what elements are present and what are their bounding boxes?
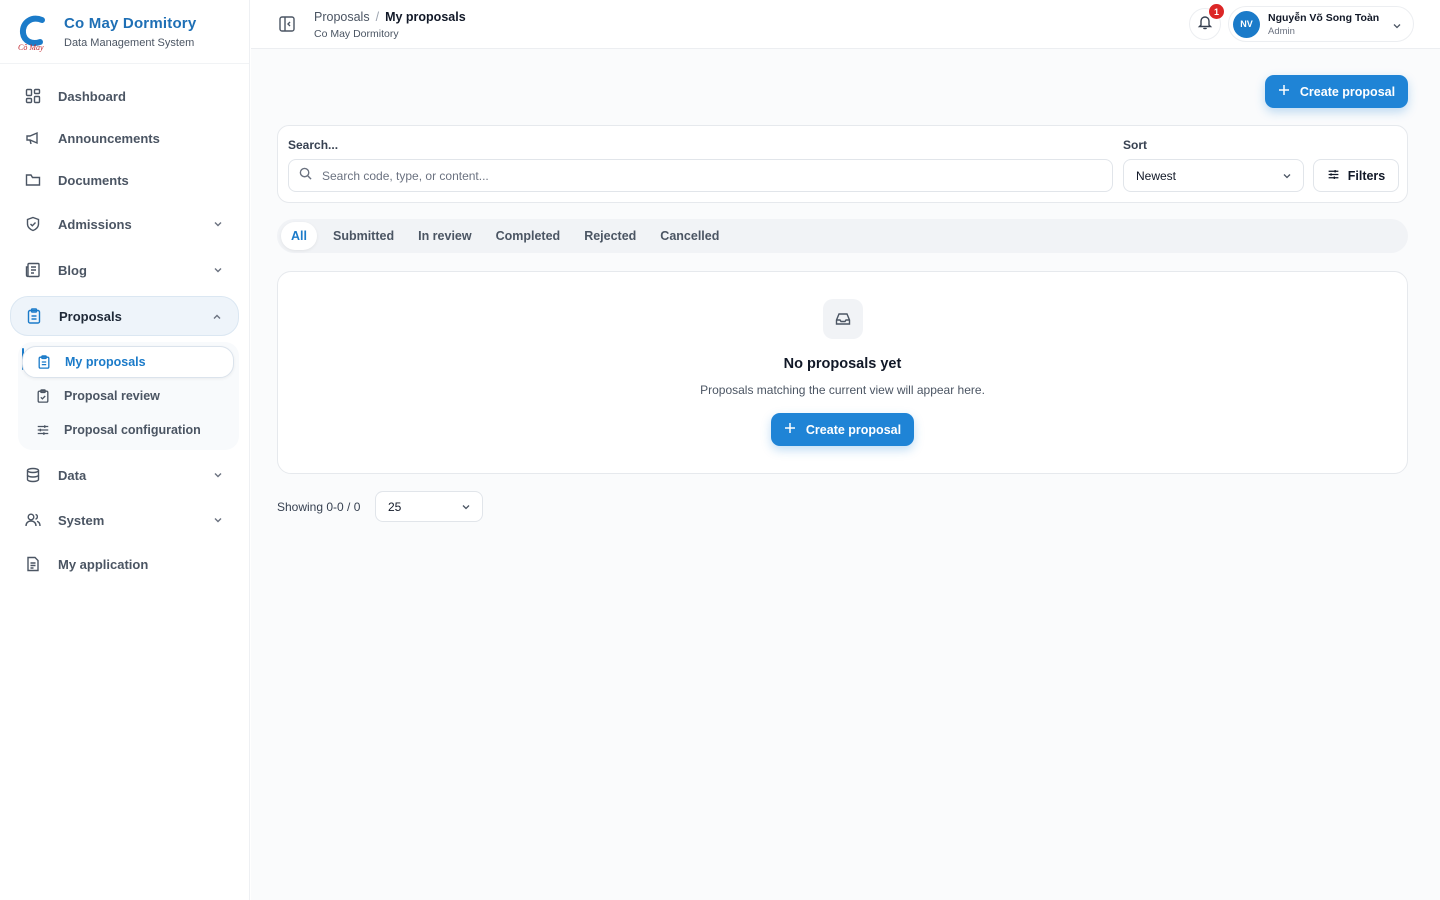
- chevron-down-icon: [211, 217, 225, 231]
- tab-rejected[interactable]: Rejected: [572, 222, 648, 250]
- sidebar-item-label: Blog: [58, 262, 87, 278]
- chevron-up-icon: [210, 310, 224, 324]
- sort-label: Sort: [1123, 138, 1147, 152]
- proposals-submenu: My proposals Proposal review Proposal co…: [18, 342, 239, 450]
- inbox-icon: [823, 299, 863, 339]
- search-field[interactable]: [288, 159, 1113, 192]
- plus-icon: [784, 422, 796, 437]
- sidebar-item-my-application[interactable]: My application: [10, 544, 239, 584]
- search-panel: Search... Sort Newest Filters: [277, 125, 1408, 203]
- svg-text:Cô May: Cô May: [18, 43, 44, 52]
- breadcrumb-subtitle: Co May Dormitory: [314, 28, 399, 40]
- shield-icon: [24, 215, 42, 233]
- folder-icon: [24, 171, 42, 189]
- sort-value: Newest: [1136, 168, 1177, 183]
- page-size-select[interactable]: 25: [375, 491, 483, 522]
- submenu-item-proposal-configuration[interactable]: Proposal configuration: [22, 414, 234, 446]
- database-icon: [24, 466, 42, 484]
- sidebar-toggle-button[interactable]: [278, 15, 296, 33]
- notification-count-badge: 1: [1209, 4, 1224, 19]
- sidebar-item-blog[interactable]: Blog: [10, 250, 239, 290]
- submenu-item-proposal-review[interactable]: Proposal review: [22, 380, 234, 412]
- sidebar-item-label: Data: [58, 467, 87, 483]
- breadcrumb-current: My proposals: [385, 10, 466, 24]
- main-content: Proposals / My proposals Co May Dormitory …: [251, 0, 1440, 900]
- search-label: Search...: [288, 138, 339, 152]
- breadcrumb: Proposals / My proposals Co May Dormitory: [314, 10, 466, 40]
- empty-create-proposal-button[interactable]: Create proposal: [771, 413, 914, 446]
- filters-label: Filters: [1347, 168, 1386, 183]
- newspaper-icon: [24, 261, 42, 279]
- chevron-down-icon: [1281, 170, 1293, 182]
- sidebar-item-admissions[interactable]: Admissions: [10, 204, 239, 244]
- chevron-down-icon: [460, 501, 472, 513]
- sidebar-item-label: My application: [58, 556, 149, 572]
- page-size-value: 25: [388, 499, 402, 514]
- chevron-down-icon: [1391, 19, 1403, 31]
- sidebar-item-data[interactable]: Data: [10, 455, 239, 495]
- sidebar-item-label: Proposals: [59, 308, 122, 324]
- create-proposal-button[interactable]: Create proposal: [1265, 75, 1408, 108]
- tab-submitted[interactable]: Submitted: [321, 222, 406, 250]
- search-icon: [299, 167, 312, 185]
- status-tabs: All Submitted In review Completed Reject…: [277, 219, 1408, 253]
- empty-description: Proposals matching the current view will…: [700, 383, 985, 397]
- create-proposal-label: Create proposal: [1299, 84, 1396, 99]
- avatar: NV: [1233, 10, 1260, 38]
- breadcrumb-separator: /: [375, 10, 380, 24]
- sidebar-item-label: Admissions: [58, 216, 132, 232]
- sidebar: Cô May Co May Dormitory Data Management …: [0, 0, 250, 900]
- sidebar-item-system[interactable]: System: [10, 500, 239, 540]
- sidebar-item-label: Dashboard: [58, 88, 126, 104]
- submenu-item-my-proposals[interactable]: My proposals: [22, 346, 234, 378]
- pagination-summary: Showing 0-0 / 0: [277, 500, 361, 514]
- grid-icon: [24, 87, 42, 105]
- panel-left-icon: [278, 16, 296, 37]
- sidebar-item-announcements[interactable]: Announcements: [10, 118, 239, 158]
- empty-create-proposal-label: Create proposal: [805, 422, 902, 437]
- empty-title: No proposals yet: [783, 356, 902, 372]
- sidebar-item-label: Announcements: [58, 130, 160, 146]
- brand: Cô May Co May Dormitory Data Management …: [0, 0, 249, 64]
- sidebar-item-dashboard[interactable]: Dashboard: [10, 76, 239, 116]
- tab-all[interactable]: All: [281, 222, 317, 250]
- file-icon: [24, 555, 42, 573]
- sidebar-item-label: Documents: [58, 172, 129, 188]
- submenu-item-label: Proposal configuration: [64, 423, 201, 437]
- submenu-item-label: My proposals: [65, 355, 146, 369]
- sliders-icon: [36, 423, 50, 437]
- user-name: Nguyễn Võ Song Toàn: [1268, 11, 1380, 24]
- tab-completed[interactable]: Completed: [484, 222, 573, 250]
- filters-button[interactable]: Filters: [1313, 159, 1399, 192]
- plus-icon: [1278, 84, 1290, 99]
- clipboard-icon: [25, 307, 43, 325]
- sliders-icon: [1327, 168, 1340, 184]
- tab-cancelled[interactable]: Cancelled: [648, 222, 731, 250]
- top-bar: Proposals / My proposals Co May Dormitory …: [251, 0, 1440, 49]
- sort-select[interactable]: Newest: [1123, 159, 1304, 192]
- sidebar-item-label: System: [58, 512, 105, 528]
- users-icon: [24, 511, 42, 529]
- chevron-down-icon: [211, 263, 225, 277]
- clipboard-check-icon: [36, 389, 50, 403]
- clipboard-icon: [37, 355, 51, 369]
- user-role: Admin: [1268, 25, 1295, 37]
- user-menu[interactable]: NV Nguyễn Võ Song Toàn Admin: [1228, 6, 1414, 42]
- brand-logo: Cô May: [14, 12, 54, 52]
- search-input[interactable]: [322, 168, 1082, 183]
- submenu-item-label: Proposal review: [64, 389, 160, 403]
- brand-subtitle: Data Management System: [64, 36, 195, 49]
- empty-state: No proposals yet Proposals matching the …: [277, 271, 1408, 474]
- breadcrumb-parent[interactable]: Proposals: [314, 10, 370, 24]
- chevron-down-icon: [211, 468, 225, 482]
- sidebar-item-proposals[interactable]: Proposals: [10, 296, 239, 336]
- chevron-down-icon: [211, 513, 225, 527]
- tab-in-review[interactable]: In review: [406, 222, 484, 250]
- megaphone-icon: [24, 129, 42, 147]
- sidebar-item-documents[interactable]: Documents: [10, 160, 239, 200]
- brand-name: Co May Dormitory: [64, 14, 197, 32]
